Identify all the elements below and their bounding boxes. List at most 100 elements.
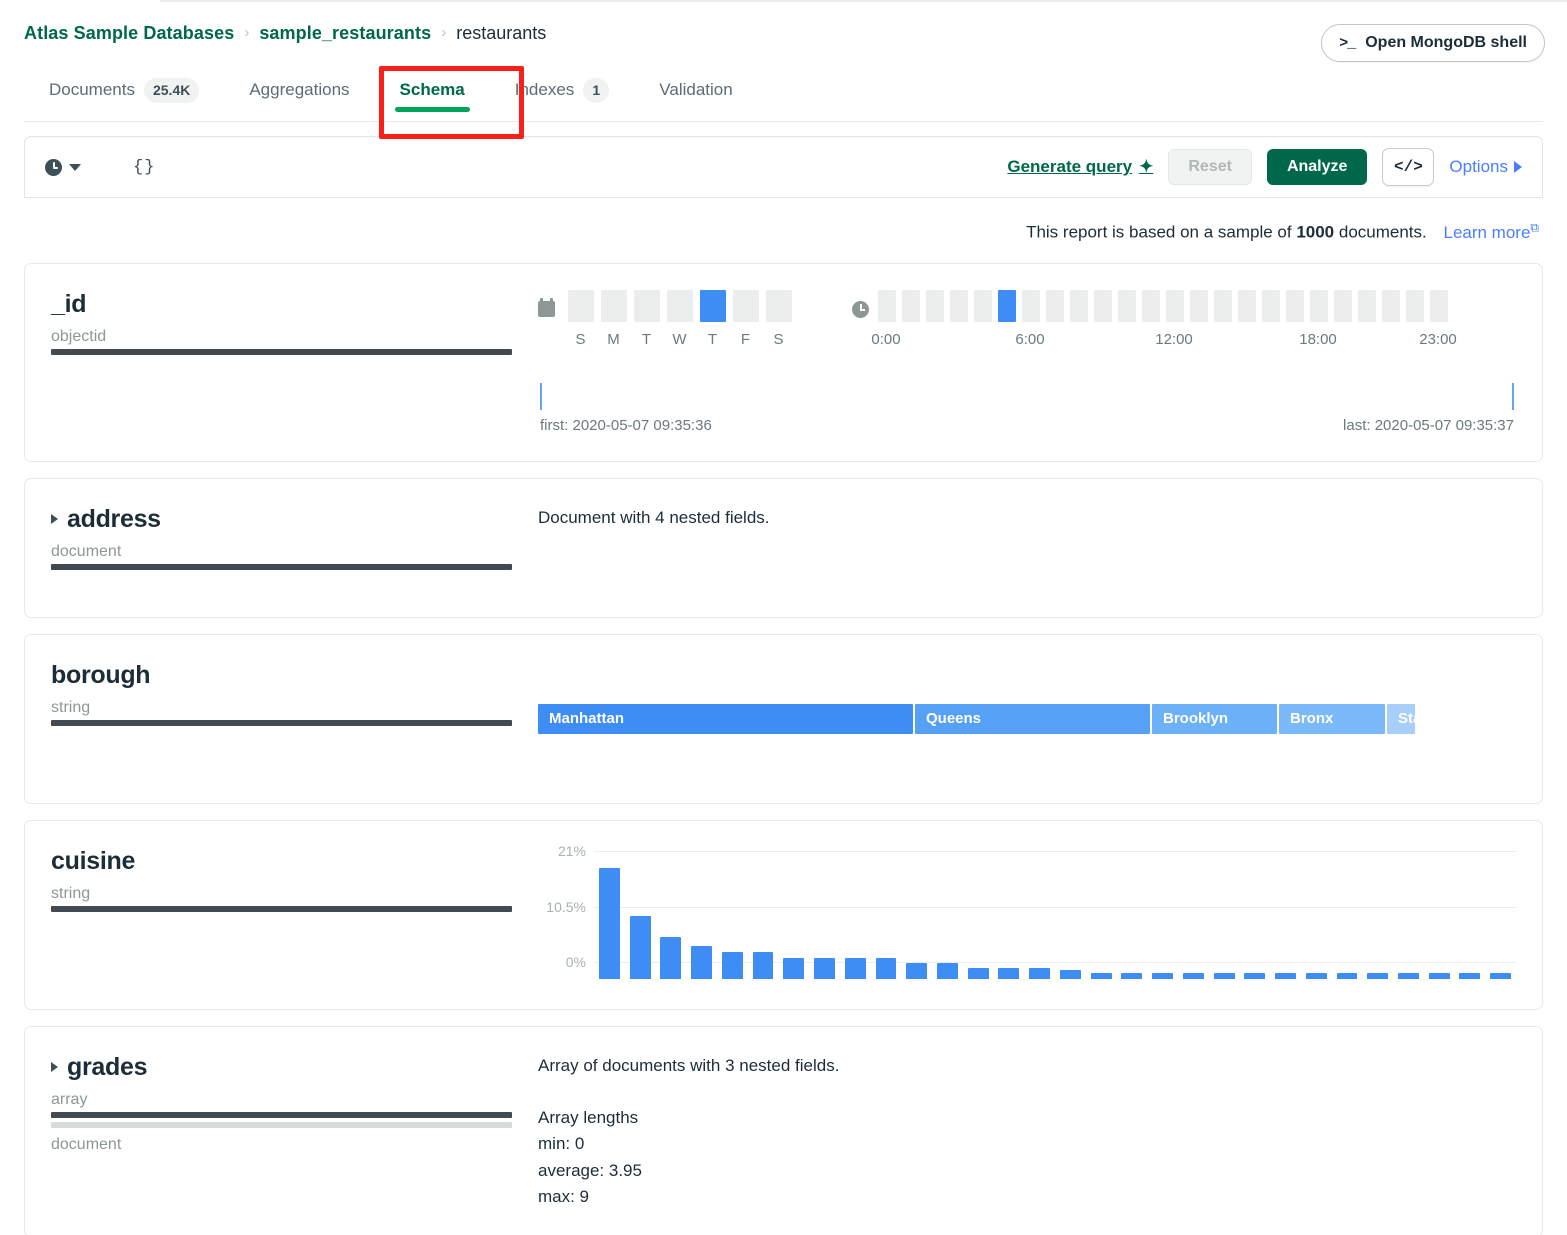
cuisine-bar-slot[interactable] xyxy=(963,864,994,979)
hour-bar[interactable] xyxy=(1046,290,1064,322)
cuisine-bar xyxy=(845,958,866,979)
hour-bar[interactable] xyxy=(1070,290,1088,322)
breadcrumb-item-database-root[interactable]: Atlas Sample Databases xyxy=(24,23,234,44)
cuisine-bar-slot[interactable] xyxy=(1116,864,1147,979)
field-name-address[interactable]: address xyxy=(51,505,512,534)
export-to-language-button[interactable]: </> xyxy=(1382,148,1434,186)
cuisine-bar-slot[interactable] xyxy=(1086,864,1117,979)
cuisine-bar-slot[interactable] xyxy=(594,864,625,979)
cuisine-bar-slot[interactable] xyxy=(901,864,932,979)
cuisine-bar-slot[interactable] xyxy=(686,864,717,979)
hour-bar[interactable] xyxy=(1022,290,1040,322)
borough-segment[interactable]: Staten Island xyxy=(1387,704,1415,734)
cuisine-bar-slot[interactable] xyxy=(655,864,686,979)
breadcrumb-item-database[interactable]: sample_restaurants xyxy=(259,23,431,44)
cuisine-bar-slot[interactable] xyxy=(1455,864,1486,979)
cuisine-bar-slot[interactable] xyxy=(1270,864,1301,979)
generate-query-button[interactable]: Generate query ✦ xyxy=(1007,157,1153,177)
learn-more-link[interactable]: Learn more⧉ xyxy=(1443,223,1539,242)
borough-segment[interactable]: Bronx xyxy=(1279,704,1385,734)
hour-bar[interactable] xyxy=(1238,290,1256,322)
hour-bar[interactable] xyxy=(1286,290,1304,322)
expand-collapse-icon[interactable] xyxy=(51,514,58,524)
cuisine-bar-slot[interactable] xyxy=(1147,864,1178,979)
hour-bar[interactable] xyxy=(1142,290,1160,322)
hour-bar[interactable] xyxy=(1406,290,1424,322)
hour-bar[interactable] xyxy=(1358,290,1376,322)
cuisine-bar-slot[interactable] xyxy=(1485,864,1516,979)
hour-bar[interactable] xyxy=(926,290,944,322)
cuisine-bar-slot[interactable] xyxy=(932,864,963,979)
cuisine-bar-slot[interactable] xyxy=(1424,864,1455,979)
hour-bar[interactable] xyxy=(1430,290,1448,322)
cuisine-bar-slot[interactable] xyxy=(1178,864,1209,979)
hour-bar[interactable] xyxy=(1214,290,1232,322)
cuisine-bar-slot[interactable] xyxy=(1332,864,1363,979)
cuisine-bar-slot[interactable] xyxy=(1362,864,1393,979)
schema-field-card-grades: grades array document Array of documents… xyxy=(24,1026,1543,1235)
breadcrumb-item-collection: restaurants xyxy=(456,23,546,44)
hour-bar-highlighted[interactable] xyxy=(998,290,1016,322)
expand-collapse-icon[interactable] xyxy=(51,1062,58,1072)
hour-bar[interactable] xyxy=(1334,290,1352,322)
tab-documents[interactable]: Documents 25.4K xyxy=(24,66,224,114)
cuisine-bar-slot[interactable] xyxy=(1055,864,1086,979)
hour-tick-label: 23:00 xyxy=(1419,331,1457,348)
weekday-bar-cell[interactable]: W xyxy=(663,290,696,348)
id-time-range: first: 2020-05-07 09:35:36 last: 2020-05… xyxy=(538,383,1516,439)
weekday-bar-cell[interactable]: T xyxy=(630,290,663,348)
weekday-bar-cell[interactable]: S xyxy=(762,290,795,348)
tab-indexes[interactable]: Indexes 1 xyxy=(490,66,635,114)
hour-bar[interactable] xyxy=(1094,290,1112,322)
cuisine-bar-slot[interactable] xyxy=(809,864,840,979)
cuisine-bar-slot[interactable] xyxy=(717,864,748,979)
tab-validation[interactable]: Validation xyxy=(634,66,757,114)
hour-bar[interactable] xyxy=(1118,290,1136,322)
hour-bar[interactable] xyxy=(1382,290,1400,322)
options-label: Options xyxy=(1449,157,1508,177)
weekday-bar-cell[interactable]: M xyxy=(597,290,630,348)
cuisine-bar-slot[interactable] xyxy=(871,864,902,979)
cuisine-bar-slot[interactable] xyxy=(1024,864,1055,979)
cuisine-bar-slot[interactable] xyxy=(778,864,809,979)
hour-bars xyxy=(878,290,1516,322)
tab-schema[interactable]: Schema xyxy=(375,66,490,114)
cuisine-bar-slot[interactable] xyxy=(1393,864,1424,979)
cuisine-bar-slot[interactable] xyxy=(1209,864,1240,979)
hour-bar[interactable] xyxy=(878,290,896,322)
hour-bar[interactable] xyxy=(1310,290,1328,322)
hour-bar[interactable] xyxy=(1166,290,1184,322)
cuisine-bar-slot[interactable] xyxy=(748,864,779,979)
open-mongodb-shell-button[interactable]: >_ Open MongoDB shell xyxy=(1321,24,1545,62)
borough-segment[interactable]: Brooklyn xyxy=(1152,704,1277,734)
cuisine-bar xyxy=(1121,973,1142,979)
cuisine-bar-slot[interactable] xyxy=(1301,864,1332,979)
hour-bar[interactable] xyxy=(950,290,968,322)
tab-aggregations[interactable]: Aggregations xyxy=(224,66,374,114)
reset-button[interactable]: Reset xyxy=(1168,149,1252,185)
y-axis-tick-label: 10.5% xyxy=(538,899,586,915)
hour-bar[interactable] xyxy=(1190,290,1208,322)
tab-indexes-label: Indexes xyxy=(515,80,575,100)
clock-icon xyxy=(852,301,869,318)
analyze-button[interactable]: Analyze xyxy=(1267,149,1367,185)
weekday-bar-cell[interactable]: S xyxy=(564,290,597,348)
hour-bar[interactable] xyxy=(902,290,920,322)
grades-description: Array of documents with 3 nested fields. xyxy=(538,1053,1516,1079)
cuisine-bar-slot[interactable] xyxy=(625,864,656,979)
field-name-label: borough xyxy=(51,661,150,690)
hour-bar[interactable] xyxy=(1262,290,1280,322)
field-name-label: cuisine xyxy=(51,847,135,876)
weekday-bar-cell[interactable]: T xyxy=(696,290,729,348)
cuisine-bar-slot[interactable] xyxy=(840,864,871,979)
cuisine-bar-slot[interactable] xyxy=(994,864,1025,979)
hour-bar[interactable] xyxy=(974,290,992,322)
query-history-button[interactable] xyxy=(45,159,81,176)
borough-segment[interactable]: Manhattan xyxy=(538,704,913,734)
query-filter-input[interactable]: {} xyxy=(133,158,155,177)
field-name-grades[interactable]: grades xyxy=(51,1053,512,1082)
cuisine-bar-slot[interactable] xyxy=(1239,864,1270,979)
weekday-bar-cell[interactable]: F xyxy=(729,290,762,348)
borough-segment[interactable]: Queens xyxy=(915,704,1150,734)
query-options-toggle[interactable]: Options xyxy=(1449,157,1522,177)
